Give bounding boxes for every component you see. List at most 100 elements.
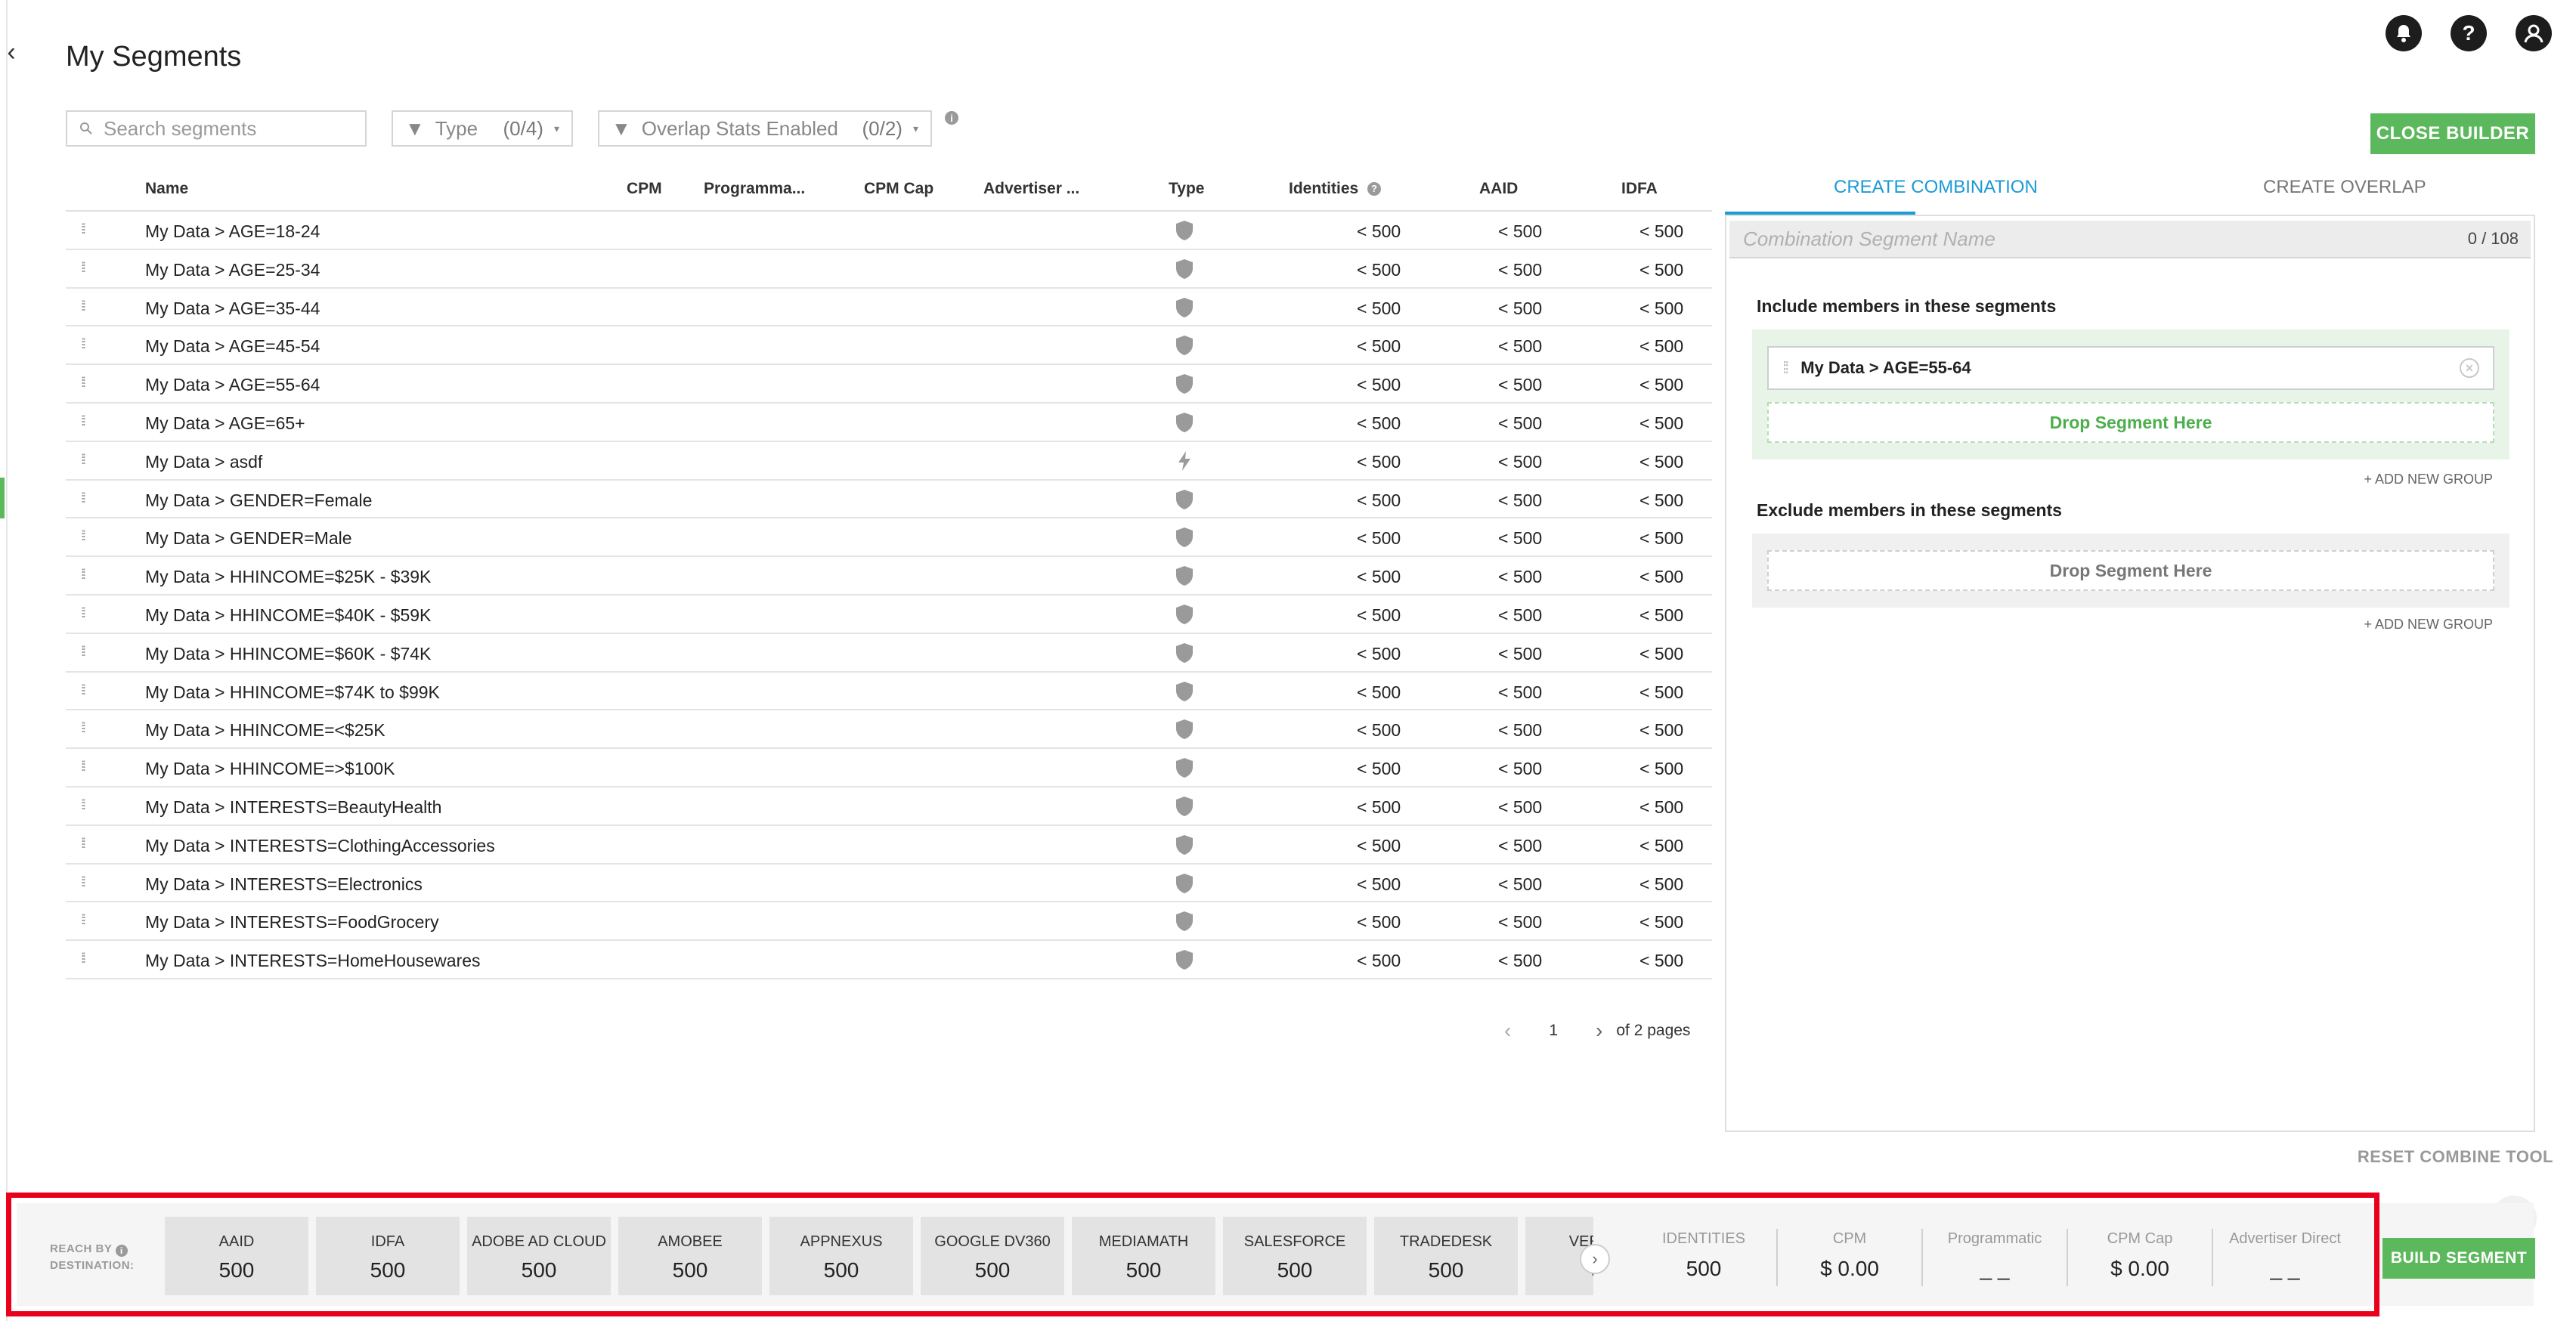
included-segment-label: My Data > AGE=55-64 xyxy=(1800,358,1971,377)
column-header-programmatic[interactable]: Programma... xyxy=(704,180,805,198)
table-row[interactable]: ⁞⁞ My Data > HHINCOME=$60K - $74K < 500 < 5… xyxy=(66,634,1712,673)
aaid-value: < 500 xyxy=(1498,682,1543,702)
drag-handle-icon[interactable]: ⁞⁞ xyxy=(81,375,86,391)
reset-combine-tool-button[interactable]: RESET COMBINE TOOL xyxy=(2358,1147,2553,1167)
table-row[interactable]: ⁞⁞ My Data > HHINCOME=>$100K < 500 < 500 < 5… xyxy=(66,749,1712,787)
drag-handle-icon[interactable]: ⁞⁞ xyxy=(81,490,86,506)
prev-page-icon[interactable]: ‹ xyxy=(1504,1019,1511,1043)
shield-icon xyxy=(1174,334,1195,357)
drag-handle-icon[interactable]: ⁞⁞ xyxy=(81,912,86,928)
add-include-group-link[interactable]: + ADD NEW GROUP xyxy=(2364,472,2493,487)
table-row[interactable]: ⁞⁞ My Data > INTERESTS=HomeHousewares < 50… xyxy=(66,941,1712,979)
info-icon[interactable]: ? xyxy=(1367,181,1382,196)
table-row[interactable]: ⁞⁞ My Data > AGE=55-64 < 500 < 500 < 500 xyxy=(66,365,1712,404)
table-row[interactable]: ⁞⁞ My Data > GENDER=Female < 500 < 500 < 500 xyxy=(66,481,1712,519)
user-profile-icon[interactable] xyxy=(2516,15,2552,51)
drag-handle-icon[interactable]: ⁞⁞ xyxy=(81,644,86,660)
shield-icon xyxy=(1174,642,1195,664)
table-row[interactable]: ⁞⁞ My Data > GENDER=Male < 500 < 500 < 500 xyxy=(66,518,1712,558)
shield-icon xyxy=(1174,718,1195,741)
combination-name-input[interactable] xyxy=(1742,226,2468,252)
drag-handle-icon[interactable]: ⁞⁞ xyxy=(81,874,86,890)
search-box[interactable] xyxy=(66,110,367,147)
notifications-bell-icon[interactable] xyxy=(2386,15,2422,51)
tab-create-overlap[interactable]: CREATE OVERLAP xyxy=(2263,177,2426,198)
table-row[interactable]: ⁞⁞ My Data > AGE=35-44 < 500 < 500 < 500 xyxy=(66,289,1712,327)
segment-name: My Data > HHINCOME=$74K to $99K xyxy=(145,682,440,702)
identities-value: < 500 xyxy=(1357,259,1401,280)
drag-handle-icon[interactable]: ⁞⁞ xyxy=(81,759,86,775)
segment-name: My Data > HHINCOME=$60K - $74K xyxy=(145,643,432,664)
table-row[interactable]: ⁞⁞ My Data > AGE=18-24 < 500 < 500 < 500 xyxy=(66,212,1712,250)
table-row[interactable]: ⁞⁞ My Data > INTERESTS=Electronics < 500 < … xyxy=(66,865,1712,903)
table-row[interactable]: ⁞⁞ My Data > INTERESTS=FoodGrocery < 500 < … xyxy=(66,902,1712,942)
aaid-value: < 500 xyxy=(1498,797,1543,817)
drag-handle-icon[interactable]: ⁞⁞ xyxy=(81,452,86,468)
table-row[interactable]: ⁞⁞ My Data > AGE=25-34 < 500 < 500 < 500 xyxy=(66,250,1712,289)
drag-handle-icon[interactable]: ⁞⁞ xyxy=(1782,358,1789,378)
type-filter-dropdown[interactable]: ▼ Type (0/4) ▾ xyxy=(392,110,573,147)
column-header-advertiser-direct[interactable]: Advertiser ... xyxy=(983,180,1079,198)
idfa-value: < 500 xyxy=(1639,951,1684,971)
help-icon[interactable]: ? xyxy=(2451,15,2487,51)
drag-handle-icon[interactable]: ⁞⁞ xyxy=(81,336,86,352)
column-header-name[interactable]: Name xyxy=(145,180,188,198)
build-segment-button[interactable]: BUILD SEGMENT xyxy=(2382,1238,2535,1279)
table-row[interactable]: ⁞⁞ My Data > HHINCOME=<$25K < 500 < 500 < 50… xyxy=(66,710,1712,750)
table-row[interactable]: ⁞⁞ My Data > HHINCOME=$74K to $99K < 500 < … xyxy=(66,673,1712,711)
drag-handle-icon[interactable]: ⁞⁞ xyxy=(81,605,86,621)
overlap-stats-filter-dropdown[interactable]: ▼ Overlap Stats Enabled (0/2) ▾ xyxy=(598,110,932,147)
drag-handle-icon[interactable]: ⁞⁞ xyxy=(81,413,86,429)
next-page-icon[interactable]: › xyxy=(1596,1019,1602,1043)
drag-handle-icon[interactable]: ⁞⁞ xyxy=(81,299,86,314)
shield-icon xyxy=(1174,411,1195,434)
column-header-cpm[interactable]: CPM xyxy=(627,180,662,198)
idfa-value: < 500 xyxy=(1639,835,1684,855)
segment-name: My Data > AGE=25-34 xyxy=(145,259,320,280)
table-row[interactable]: ⁞⁞ My Data > HHINCOME=$40K - $59K < 500 < 5… xyxy=(66,596,1712,634)
table-row[interactable]: ⁞⁞ My Data > INTERESTS=BeautyHealth < 500 <… xyxy=(66,787,1712,826)
table-row[interactable]: ⁞⁞ My Data > INTERESTS=ClothingAccessorie… xyxy=(66,826,1712,865)
segment-name: My Data > AGE=55-64 xyxy=(145,375,320,395)
included-segment-chip[interactable]: ⁞⁞ My Data > AGE=55-64 ✕ xyxy=(1767,346,2494,390)
drag-handle-icon[interactable]: ⁞⁞ xyxy=(81,221,86,237)
table-row[interactable]: ⁞⁞ My Data > AGE=65+ < 500 < 500 < 500 xyxy=(66,404,1712,442)
column-header-aaid[interactable]: AAID xyxy=(1479,180,1518,198)
search-input[interactable] xyxy=(102,116,355,141)
drag-handle-icon[interactable]: ⁞⁞ xyxy=(81,528,86,544)
sidebar-active-indicator xyxy=(0,478,5,518)
exclude-drop-zone[interactable]: Drop Segment Here xyxy=(1767,550,2494,591)
column-header-idfa[interactable]: IDFA xyxy=(1621,180,1658,198)
drag-handle-icon[interactable]: ⁞⁞ xyxy=(81,567,86,583)
idfa-value: < 500 xyxy=(1639,759,1684,779)
exclude-section-label: Exclude members in these segments xyxy=(1757,500,2062,520)
remove-segment-icon[interactable]: ✕ xyxy=(2460,358,2479,378)
add-exclude-group-link[interactable]: + ADD NEW GROUP xyxy=(2364,617,2493,633)
table-row[interactable]: ⁞⁞ My Data > asdf < 500 < 500 < 500 xyxy=(66,442,1712,481)
column-header-type[interactable]: Type xyxy=(1169,180,1204,198)
idfa-value: < 500 xyxy=(1639,451,1684,472)
include-drop-zone[interactable]: Drop Segment Here xyxy=(1767,402,2494,443)
segment-name: My Data > GENDER=Male xyxy=(145,528,352,549)
segment-name: My Data > HHINCOME=<$25K xyxy=(145,720,385,741)
column-header-cpm-cap[interactable]: CPM Cap xyxy=(864,180,933,198)
table-row[interactable]: ⁞⁞ My Data > HHINCOME=$25K - $39K < 500 < 5… xyxy=(66,557,1712,596)
combination-builder-panel: 0 / 108 Include members in these segment… xyxy=(1725,215,2535,1132)
drag-handle-icon[interactable]: ⁞⁞ xyxy=(81,951,86,967)
close-builder-button[interactable]: CLOSE BUILDER xyxy=(2370,113,2535,154)
column-header-identities[interactable]: Identities ? xyxy=(1289,180,1382,198)
drag-handle-icon[interactable]: ⁞⁞ xyxy=(81,797,86,813)
info-icon[interactable]: i xyxy=(945,111,958,125)
tab-create-combination[interactable]: CREATE COMBINATION xyxy=(1834,177,2038,198)
identities-value: < 500 xyxy=(1357,759,1401,779)
combination-name-field[interactable]: 0 / 108 xyxy=(1729,221,2531,258)
segment-name: My Data > AGE=45-54 xyxy=(145,336,320,357)
drag-handle-icon[interactable]: ⁞⁞ xyxy=(81,720,86,736)
back-arrow-icon[interactable]: ‹ xyxy=(0,35,23,70)
drag-handle-icon[interactable]: ⁞⁞ xyxy=(81,836,86,852)
caret-down-icon: ▾ xyxy=(553,122,559,135)
shield-icon xyxy=(1174,948,1195,971)
drag-handle-icon[interactable]: ⁞⁞ xyxy=(81,682,86,698)
drag-handle-icon[interactable]: ⁞⁞ xyxy=(81,260,86,276)
table-row[interactable]: ⁞⁞ My Data > AGE=45-54 < 500 < 500 < 500 xyxy=(66,326,1712,366)
